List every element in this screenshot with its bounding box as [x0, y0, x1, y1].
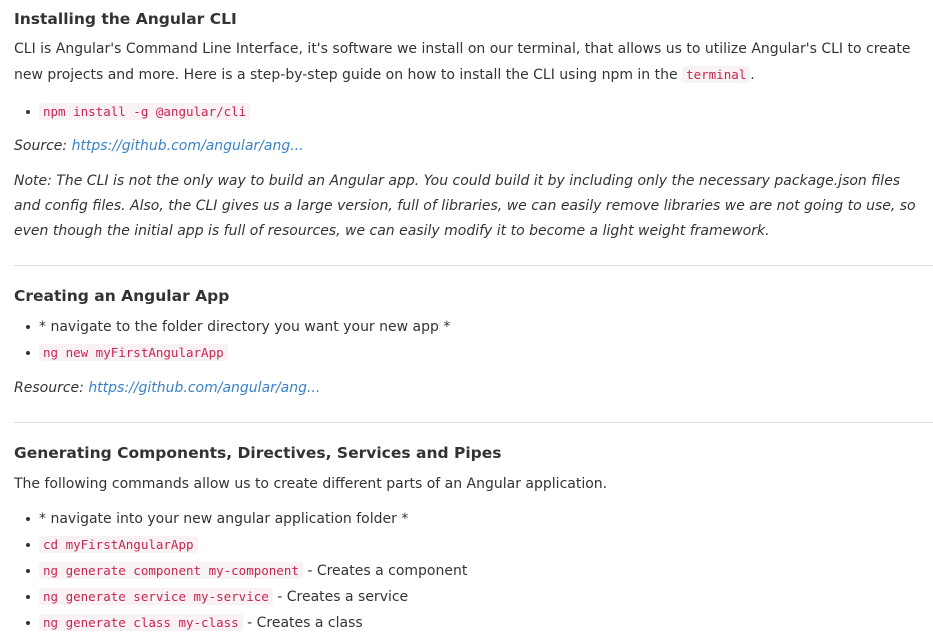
resource-label: Resource: [14, 380, 89, 396]
source-link[interactable]: https://github.com/angular/ang... [72, 138, 304, 154]
inline-code-cd: cd myFirstAngularApp [39, 536, 198, 553]
item-description: - Creates a component [302, 563, 468, 579]
inline-code-terminal: terminal [682, 66, 751, 83]
list-item: cd myFirstAngularApp [25, 532, 467, 558]
list-item: ng generate service my-service - Creates… [25, 584, 467, 610]
list-item: * navigate into your new angular applica… [25, 506, 467, 532]
section-divider [14, 265, 933, 266]
section-heading-installing-cli: Installing the Angular CLI [14, 10, 237, 28]
resource-link[interactable]: https://github.com/angular/ang... [88, 380, 320, 396]
section-divider [14, 422, 933, 423]
section-intro-paragraph: The following commands allow us to creat… [14, 476, 608, 492]
list-item: ng generate component my-component - Cre… [25, 558, 468, 584]
create-app-list: * navigate to the folder directory you w… [14, 314, 450, 366]
inline-code-ng-new: ng new myFirstAngularApp [39, 344, 228, 361]
inline-code-generate-component: ng generate component my-component [39, 562, 303, 579]
intro-period: . [750, 67, 755, 83]
list-item: ng new myFirstAngularApp [25, 340, 450, 366]
list-item: * navigate to the folder directory you w… [25, 314, 450, 340]
list-item: ng generate class my-class - Creates a c… [25, 610, 467, 636]
list-item: npm install -g @angular/cli [25, 99, 251, 125]
section-heading-creating-app: Creating an Angular App [14, 287, 230, 305]
note-paragraph: Note: The CLI is not the only way to bui… [14, 173, 916, 239]
install-command-list: npm install -g @angular/cli [14, 99, 251, 125]
item-description: - Creates a class [242, 615, 363, 631]
source-label: Source: [14, 138, 72, 154]
generate-command-list: * navigate into your new angular applica… [14, 506, 467, 636]
section-heading-generating: Generating Components, Directives, Servi… [14, 444, 502, 462]
resource-line: Resource: https://github.com/angular/ang… [14, 376, 320, 401]
inline-code-generate-service: ng generate service my-service [39, 588, 273, 605]
intro-text: CLI is Angular's Command Line Interface,… [14, 41, 911, 83]
inline-code-generate-class: ng generate class my-class [39, 614, 243, 631]
inline-code-npm-install: npm install -g @angular/cli [39, 103, 251, 120]
source-line: Source: https://github.com/angular/ang..… [14, 134, 304, 159]
item-description: - Creates a service [272, 589, 409, 605]
section-intro-paragraph: CLI is Angular's Command Line Interface,… [14, 37, 933, 88]
